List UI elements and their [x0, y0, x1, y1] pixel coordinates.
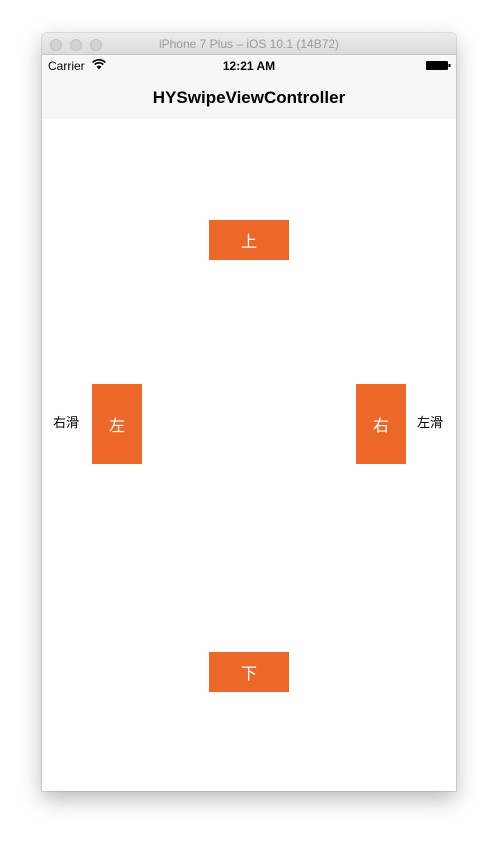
- status-bar: Carrier 12:21 AM: [42, 55, 456, 75]
- navigation-bar: HYSwipeViewController: [42, 75, 456, 119]
- window-titlebar: iPhone 7 Plus – iOS 10.1 (14B72): [42, 33, 456, 55]
- window-title: iPhone 7 Plus – iOS 10.1 (14B72): [158, 37, 340, 51]
- swipe-right-hint: 右滑: [53, 416, 80, 431]
- swipe-left-button[interactable]: 左: [92, 384, 142, 464]
- status-time: 12:21 AM: [222, 59, 276, 73]
- swipe-up-button[interactable]: 上: [209, 220, 289, 260]
- battery-icon: [426, 61, 451, 70]
- swipe-content-area[interactable]: 上 左 右 下 右滑 左滑: [42, 119, 456, 791]
- simulator-window: iPhone 7 Plus – iOS 10.1 (14B72) Carrier…: [42, 33, 456, 791]
- page-title: HYSwipeViewController: [152, 88, 346, 107]
- swipe-left-hint: 左滑: [417, 416, 444, 431]
- swipe-right-button[interactable]: 右: [356, 384, 406, 464]
- swipe-down-button[interactable]: 下: [209, 652, 289, 692]
